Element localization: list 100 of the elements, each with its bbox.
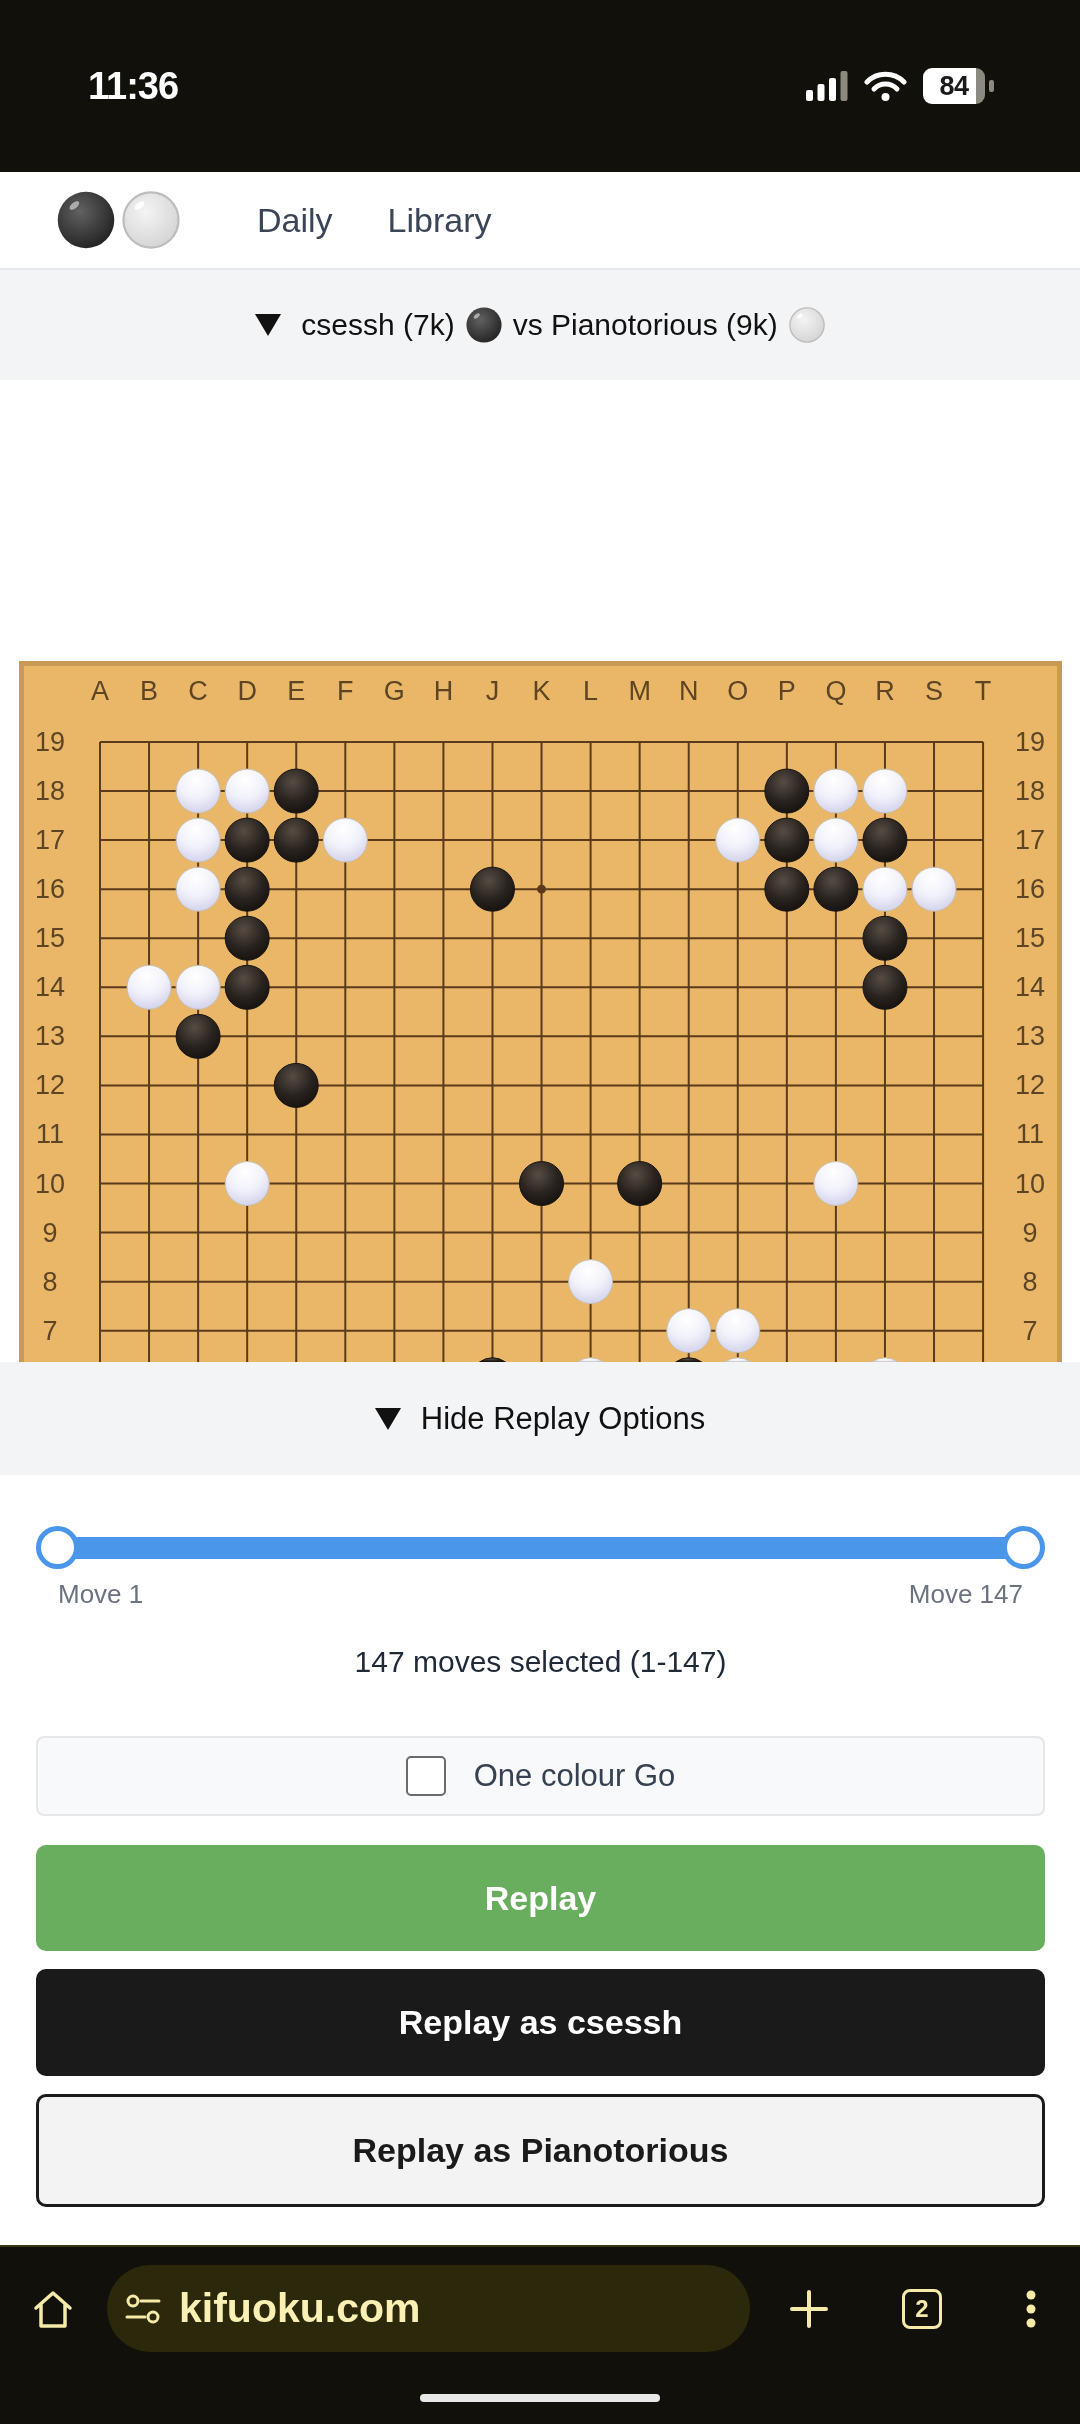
row-label: 19: [1015, 727, 1045, 757]
replay-button[interactable]: Replay as Pianotorious: [36, 2094, 1045, 2207]
row-label: 11: [1016, 1119, 1044, 1150]
range-end-label: Move 147: [908, 1579, 1023, 1609]
go-stone: [519, 1161, 565, 1207]
column-label: D: [237, 676, 257, 706]
go-stone: [175, 1013, 221, 1059]
row-label: 13: [1015, 1021, 1045, 1052]
slider-handle[interactable]: [1002, 1526, 1045, 1569]
row-label: 18: [35, 776, 65, 807]
go-stone: [224, 768, 270, 814]
row-label: 13: [35, 1021, 65, 1052]
battery-indicator: 84: [923, 68, 995, 104]
column-label: T: [974, 676, 992, 706]
row-label: 8: [42, 1266, 58, 1297]
column-label: A: [91, 676, 109, 706]
wifi-icon: [864, 71, 907, 101]
go-stone: [322, 817, 368, 863]
row-label: 19: [35, 727, 65, 757]
go-stone: [813, 768, 859, 814]
column-label: P: [777, 676, 796, 706]
go-stone: [175, 964, 221, 1010]
go-stone: [715, 1308, 761, 1354]
row-label: 12: [35, 1070, 65, 1101]
selection-summary: 147 moves selected (1-147): [353, 1645, 728, 1679]
replay-options-toggle[interactable]: Hide Replay Options: [0, 1362, 1080, 1475]
go-stone: [862, 964, 908, 1010]
row-label: 17: [35, 825, 65, 856]
row-label: 15: [1015, 923, 1045, 954]
slider-handle[interactable]: [36, 1526, 79, 1569]
column-label: C: [188, 676, 208, 706]
more-icon[interactable]: [1026, 2289, 1036, 2328]
row-label: 11: [36, 1119, 64, 1150]
column-label: O: [727, 676, 749, 706]
column-label: G: [383, 676, 405, 706]
go-stone: [224, 964, 270, 1010]
go-stone: [764, 817, 810, 863]
go-stone: [175, 817, 221, 863]
row-label: 14: [35, 972, 65, 1003]
column-label: E: [287, 676, 306, 706]
column-label: L: [583, 676, 599, 706]
row-label: 7: [1022, 1315, 1038, 1346]
row-label: 17: [1015, 825, 1045, 856]
row-label: 9: [42, 1217, 58, 1248]
go-stone: [813, 817, 859, 863]
go-stone: [224, 866, 270, 912]
address-bar[interactable]: kifuoku.com: [107, 2265, 750, 2352]
go-stone: [273, 817, 319, 863]
go-stone: [577, 1357, 605, 1362]
go-stone: [126, 964, 172, 1010]
tab-switcher-button[interactable]: 2: [902, 2288, 942, 2329]
go-stone: [175, 866, 221, 912]
go-stone: [273, 1062, 319, 1108]
column-label: R: [875, 676, 895, 706]
checkbox-label: One colour Go: [473, 1758, 676, 1794]
go-stone: [568, 1259, 614, 1305]
sliders-icon[interactable]: [125, 2292, 161, 2325]
go-stone: [862, 866, 908, 912]
column-label: S: [925, 676, 944, 706]
column-label: B: [140, 676, 159, 706]
row-label: 8: [1022, 1266, 1038, 1297]
column-label: Q: [825, 676, 847, 706]
row-label: 10: [35, 1168, 65, 1199]
status-time: 11:36: [88, 64, 179, 108]
go-stone: [813, 1161, 859, 1207]
game-summary-toggle[interactable]: csessh (7k) vs Pianotorious (9k): [0, 270, 1080, 380]
row-label: 9: [1022, 1217, 1038, 1248]
go-stone: [675, 1357, 703, 1362]
go-stone: [224, 915, 270, 961]
go-stone: [479, 1357, 506, 1362]
go-stone: [911, 866, 957, 912]
column-label: F: [337, 676, 354, 706]
column-label: H: [433, 676, 454, 706]
row-label: 15: [35, 923, 65, 954]
column-label: K: [532, 676, 551, 706]
go-stone-icon: [122, 191, 180, 249]
column-label: N: [678, 676, 699, 706]
go-stone: [724, 1357, 752, 1362]
go-stone: [862, 817, 908, 863]
nav-link[interactable]: Library: [387, 200, 492, 240]
go-stone: [617, 1161, 663, 1207]
go-stone: [273, 768, 319, 814]
row-label: 12: [1015, 1070, 1045, 1101]
home-icon[interactable]: [33, 2288, 73, 2329]
signal-icon: [806, 71, 848, 101]
row-label: 18: [1015, 776, 1045, 807]
column-label: J: [485, 676, 500, 706]
row-label: 16: [1015, 874, 1045, 905]
go-stone: [813, 866, 859, 912]
go-stone: [175, 768, 221, 814]
plus-icon[interactable]: [790, 2289, 828, 2328]
go-stone: [862, 915, 908, 961]
checkbox[interactable]: [405, 1756, 446, 1796]
replay-button[interactable]: Replay as csessh: [36, 1969, 1045, 2076]
go-stone: [666, 1308, 712, 1354]
go-stone-icon: [465, 307, 502, 343]
go-stone: [764, 768, 810, 814]
nav-link[interactable]: Daily: [257, 200, 333, 240]
go-stone: [862, 768, 908, 814]
go-stone-icon: [788, 307, 825, 343]
